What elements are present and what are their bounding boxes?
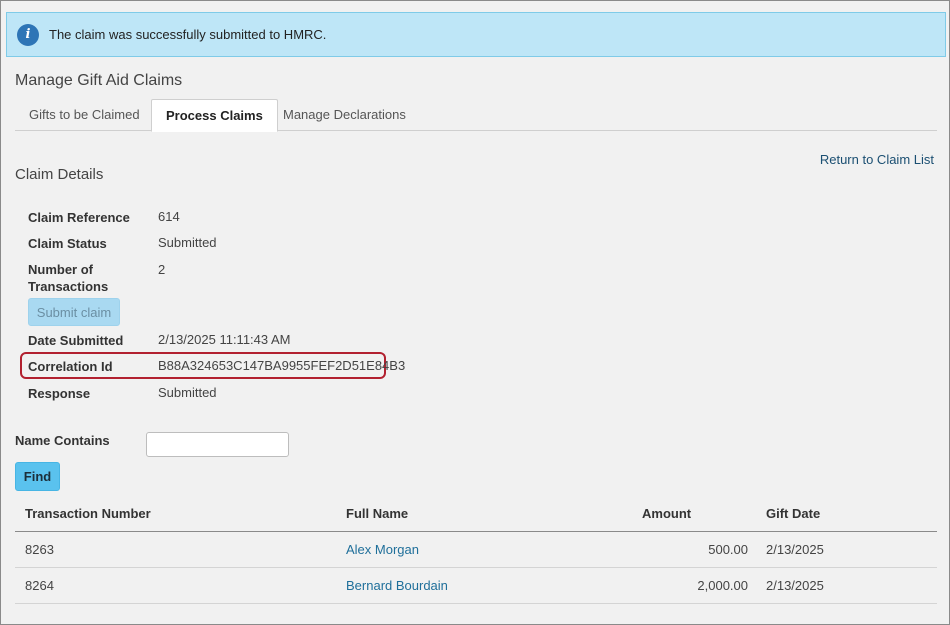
correlation-id-value: B88A324653C147BA9955FEF2D51E84B3 — [158, 358, 406, 373]
claim-status-value: Submitted — [158, 235, 217, 250]
name-contains-input[interactable] — [146, 432, 289, 457]
date-submitted-label: Date Submitted — [28, 333, 124, 348]
header-full-name: Full Name — [346, 506, 409, 521]
section-title: Claim Details — [15, 166, 104, 183]
response-value: Submitted — [158, 385, 217, 400]
header-gift-date: Gift Date — [766, 506, 821, 521]
transactions-count-label: Number of Transactions — [28, 262, 109, 294]
find-button[interactable]: Find — [15, 462, 60, 491]
tab-process-claims[interactable]: Process Claims — [151, 99, 278, 132]
gift-date: 2/13/2025 — [766, 578, 824, 593]
page-title: Manage Gift Aid Claims — [15, 72, 183, 89]
alert-message: The claim was successfully submitted to … — [49, 27, 327, 42]
full-name-link[interactable]: Alex Morgan — [346, 532, 419, 568]
table-row: 8263 Alex Morgan 500.00 2/13/2025 — [15, 532, 937, 568]
name-contains-label: Name Contains — [15, 433, 110, 448]
return-to-claim-list-link[interactable]: Return to Claim List — [820, 152, 934, 167]
tab-manage-declarations[interactable]: Manage Declarations — [269, 99, 420, 131]
full-name-link[interactable]: Bernard Bourdain — [346, 568, 448, 604]
table-header: Transaction Number Full Name Amount Gift… — [15, 497, 937, 532]
claim-status-label: Claim Status — [28, 236, 107, 251]
transaction-number: 8264 — [25, 578, 54, 593]
app-window: i The claim was successfully submitted t… — [0, 0, 950, 625]
table-row: 8264 Bernard Bourdain 2,000.00 2/13/2025 — [15, 568, 937, 604]
header-transaction-number: Transaction Number — [25, 506, 151, 521]
transaction-number: 8263 — [25, 542, 54, 557]
response-label: Response — [28, 386, 91, 401]
gift-date: 2/13/2025 — [766, 542, 824, 557]
claim-reference-label: Claim Reference — [28, 210, 130, 225]
success-alert: i The claim was successfully submitted t… — [6, 12, 946, 57]
claim-reference-value: 614 — [158, 209, 180, 224]
amount: 2,000.00 — [697, 578, 748, 593]
date-submitted-value: 2/13/2025 11:11:43 AM — [158, 332, 291, 347]
info-icon: i — [17, 23, 39, 46]
amount: 500.00 — [708, 542, 748, 557]
header-amount: Amount — [642, 506, 692, 521]
tab-gifts-to-be-claimed[interactable]: Gifts to be Claimed — [15, 99, 154, 131]
correlation-id-label: Correlation Id — [28, 359, 113, 374]
transactions-count-value: 2 — [158, 262, 166, 277]
submit-claim-button[interactable]: Submit claim — [28, 298, 120, 326]
tab-bar: Gifts to be Claimed Process Claims Manag… — [15, 99, 937, 132]
transactions-table: Transaction Number Full Name Amount Gift… — [15, 497, 937, 604]
